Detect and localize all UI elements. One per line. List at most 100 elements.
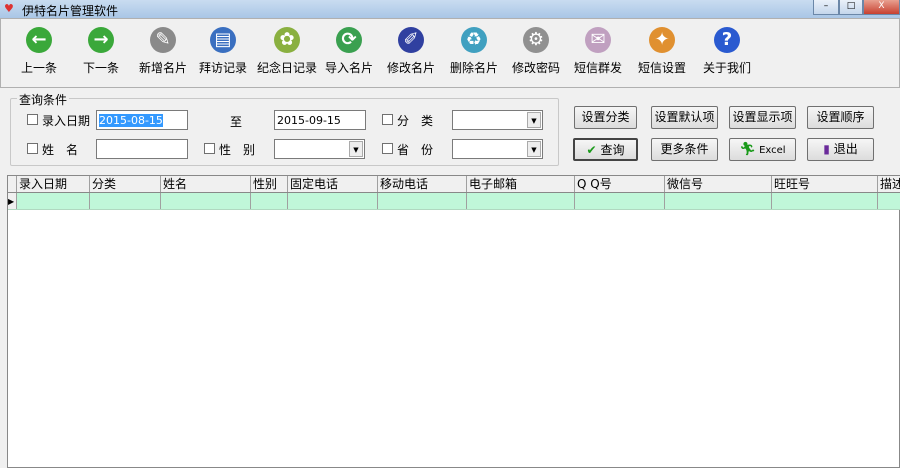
column-header[interactable]: 性别	[251, 176, 288, 192]
set-category-button[interactable]: 设置分类	[574, 106, 637, 129]
toolbar-label: 上一条	[20, 61, 57, 75]
toolbar-label: 新增名片	[138, 61, 187, 75]
envelope-icon: ✉	[585, 27, 611, 53]
help-icon: ?	[714, 27, 740, 53]
column-header[interactable]: 分类	[90, 176, 161, 192]
maximize-button[interactable]: □	[839, 0, 863, 15]
table-cell[interactable]	[288, 193, 378, 209]
import-icon: ⟳	[336, 27, 362, 53]
table-cell[interactable]	[161, 193, 251, 209]
toolbar: ← 上一条 → 下一条 ✎ 新增名片 ▤ 拜访记录 ✿ 纪念日记录 ⟳ 导入名片 ✐ 修改名片 ♻ 删除名片 ⚙…	[0, 18, 900, 88]
excel-label: Excel	[759, 145, 786, 156]
table-header: 录入日期分类姓名性别固定电话移动电话电子邮箱Q Q号微信号旺旺号描述	[8, 176, 900, 193]
category-label: 分 类	[397, 114, 434, 128]
running-man-icon: 🏃︎	[739, 142, 756, 157]
toolbar-button-11[interactable]: ? 关于我们	[695, 27, 759, 76]
name-checkbox[interactable]	[27, 143, 38, 154]
province-select[interactable]: ▼	[452, 139, 543, 159]
category-select[interactable]: ▼	[452, 110, 543, 130]
window-title: 伊特名片管理软件	[22, 4, 119, 18]
search-label: 查询	[600, 143, 625, 157]
excel-button[interactable]: 🏃︎ Excel	[729, 138, 796, 161]
close-button[interactable]: X	[863, 0, 900, 15]
toolbar-label: 拜访记录	[198, 61, 247, 75]
gender-select[interactable]: ▼	[274, 139, 365, 159]
toolbar-button-9[interactable]: ✉ 短信群发	[566, 27, 630, 76]
column-header[interactable]: 旺旺号	[772, 176, 878, 192]
table-cell[interactable]	[17, 193, 90, 209]
edit-card-icon: ✐	[398, 27, 424, 53]
table-row[interactable]: ▶	[8, 193, 900, 210]
recycle-bin-icon: ♻	[461, 27, 487, 53]
column-header[interactable]: 描述	[878, 176, 900, 192]
table-cell[interactable]	[665, 193, 772, 209]
set-default-button[interactable]: 设置默认项	[651, 106, 718, 129]
category-checkbox[interactable]	[382, 114, 393, 125]
anniversary-icon: ✿	[274, 27, 300, 53]
toolbar-label: 修改密码	[511, 61, 560, 75]
table-cell[interactable]	[772, 193, 878, 209]
checkmark-icon: ✔	[586, 143, 597, 157]
group-title: 查询条件	[17, 91, 70, 108]
table-cell[interactable]	[251, 193, 288, 209]
toolbar-button-8[interactable]: ⚙ 修改密码	[504, 27, 568, 76]
toolbar-button-3[interactable]: ▤ 拜访记录	[191, 27, 255, 76]
toolbar-button-10[interactable]: ✦ 短信设置	[630, 27, 694, 76]
entry-date-label: 录入日期	[42, 114, 91, 128]
toolbar-label: 删除名片	[449, 61, 498, 75]
table-cell[interactable]	[378, 193, 467, 209]
name-input[interactable]	[96, 139, 188, 159]
date-to-input[interactable]: 2015-09-15	[274, 110, 366, 130]
to-label: 至	[230, 115, 243, 129]
title-bar: ♥ 伊特名片管理软件 – □ X	[0, 0, 900, 18]
table-cell[interactable]	[575, 193, 665, 209]
chevron-down-icon: ▼	[349, 141, 363, 157]
column-header[interactable]: 电子邮箱	[467, 176, 575, 192]
toolbar-label: 导入名片	[324, 61, 373, 75]
column-header[interactable]: Q Q号	[575, 176, 665, 192]
table-cell[interactable]	[467, 193, 575, 209]
table-cell[interactable]	[90, 193, 161, 209]
exit-button[interactable]: ▮ 退出	[807, 138, 874, 161]
gender-label: 性 别	[219, 143, 256, 157]
header-corner[interactable]	[8, 176, 17, 192]
app-icon: ♥	[4, 2, 14, 15]
exit-label: 退出	[833, 142, 858, 156]
table-cell[interactable]	[878, 193, 900, 209]
toolbar-button-2[interactable]: ✎ 新增名片	[131, 27, 195, 76]
arrow-right-icon: →	[88, 27, 114, 53]
visit-record-icon: ▤	[210, 27, 236, 53]
minimize-button[interactable]: –	[813, 0, 839, 15]
search-button[interactable]: ✔ 查询	[573, 138, 638, 161]
set-display-button[interactable]: 设置显示项	[729, 106, 796, 129]
date-from-input[interactable]: 2015-08-15	[99, 114, 163, 127]
toolbar-button-7[interactable]: ♻ 删除名片	[442, 27, 506, 76]
more-conditions-button[interactable]: 更多条件	[651, 138, 718, 161]
exit-door-icon: ▮	[823, 142, 830, 156]
gender-checkbox[interactable]	[204, 143, 215, 154]
province-checkbox[interactable]	[382, 143, 393, 154]
name-label: 姓 名	[42, 143, 79, 157]
toolbar-button-5[interactable]: ⟳ 导入名片	[317, 27, 381, 76]
set-order-button[interactable]: 设置顺序	[807, 106, 874, 129]
row-indicator: ▶	[8, 193, 17, 209]
gear-icon: ⚙	[523, 27, 549, 53]
column-header[interactable]: 录入日期	[17, 176, 90, 192]
toolbar-button-0[interactable]: ← 上一条	[7, 27, 71, 76]
column-header[interactable]: 移动电话	[378, 176, 467, 192]
entry-date-checkbox[interactable]	[27, 114, 38, 125]
column-header[interactable]: 姓名	[161, 176, 251, 192]
new-card-icon: ✎	[150, 27, 176, 53]
column-header[interactable]: 微信号	[665, 176, 772, 192]
province-label: 省 份	[397, 143, 434, 157]
column-header[interactable]: 固定电话	[288, 176, 378, 192]
chevron-down-icon: ▼	[527, 141, 541, 157]
sms-settings-icon: ✦	[649, 27, 675, 53]
cards-table[interactable]: 录入日期分类姓名性别固定电话移动电话电子邮箱Q Q号微信号旺旺号描述 ▶	[7, 175, 900, 468]
toolbar-label: 短信设置	[637, 61, 686, 75]
arrow-left-icon: ←	[26, 27, 52, 53]
toolbar-button-4[interactable]: ✿ 纪念日记录	[255, 27, 319, 76]
toolbar-label: 纪念日记录	[256, 61, 317, 75]
toolbar-button-6[interactable]: ✐ 修改名片	[379, 27, 443, 76]
toolbar-button-1[interactable]: → 下一条	[69, 27, 133, 76]
